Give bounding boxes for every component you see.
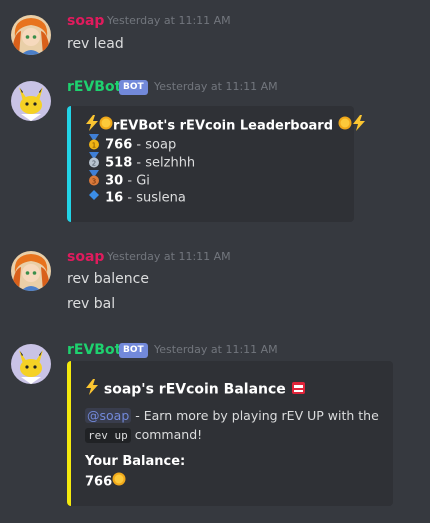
coin-icon xyxy=(112,472,126,492)
timestamp: Yesterday at 11:11 AM xyxy=(107,14,231,27)
revbot-avatar[interactable] xyxy=(11,81,51,121)
blue-diamond-icon xyxy=(87,188,101,208)
embed-title-row: soap's rEVcoin Balance xyxy=(85,379,306,400)
svg-text:1: 1 xyxy=(92,142,96,150)
coin-icon xyxy=(338,116,352,136)
row-value: 766 xyxy=(105,137,133,153)
timestamp: Yesterday at 11:11 AM xyxy=(107,250,231,263)
bot-tag: BOT xyxy=(119,343,148,358)
balance-value: 766 xyxy=(85,474,113,490)
embed-description: @soap - Earn more by playing rEV UP with… xyxy=(85,407,379,425)
coin-icon xyxy=(99,116,113,136)
row-name: - selzhhh xyxy=(136,155,196,171)
embed-title: soap's rEVcoin Balance xyxy=(103,381,286,398)
message-revbot-leaderboard: rEVBot BOT Yesterday at 11:11 AM rEVBot'… xyxy=(0,76,430,226)
message-text: rev lead xyxy=(67,36,124,52)
row-name: - suslena xyxy=(127,190,186,206)
field-name: Your Balance: xyxy=(85,453,185,471)
message-soap-1: soap Yesterday at 11:11 AM rev lead xyxy=(0,10,430,60)
row-value: 518 xyxy=(105,155,133,171)
timestamp: Yesterday at 11:11 AM xyxy=(154,343,278,356)
bank-icon xyxy=(291,380,306,400)
soap-avatar[interactable] xyxy=(11,251,51,291)
leaderboard-row: 16 - suslena xyxy=(87,188,186,208)
balance-label: Your Balance: xyxy=(85,454,186,469)
row-name: - soap xyxy=(136,137,177,153)
row-value: 30 xyxy=(105,173,124,189)
message-text: rev balence xyxy=(67,271,149,287)
svg-text:2: 2 xyxy=(92,160,96,168)
revbot-avatar-image xyxy=(11,81,51,121)
bot-tag: BOT xyxy=(119,80,148,95)
soap-avatar-image xyxy=(11,251,51,291)
description-text: - Earn more by playing rEV UP with the xyxy=(135,408,379,423)
author-name[interactable]: rEVBot xyxy=(67,78,121,96)
row-name: - Gi xyxy=(127,173,150,189)
lightning-icon xyxy=(85,379,99,400)
revbot-avatar-image xyxy=(11,344,51,384)
command-code: rev up xyxy=(85,428,131,443)
user-mention[interactable]: @soap xyxy=(85,408,132,423)
row-value: 16 xyxy=(105,190,124,206)
soap-avatar[interactable] xyxy=(11,15,51,55)
svg-text:3: 3 xyxy=(92,178,96,186)
message-text: rev bal xyxy=(67,296,116,312)
balance-embed: soap's rEVcoin Balance @soap - Earn more… xyxy=(67,361,393,506)
author-name[interactable]: rEVBot xyxy=(67,341,121,359)
embed-title: rEVBot's rEVcoin Leaderboard xyxy=(113,118,334,134)
message-revbot-balance: rEVBot BOT Yesterday at 11:11 AM soap's … xyxy=(0,339,430,514)
message-soap-2: soap Yesterday at 11:11 AM rev balence r… xyxy=(0,246,430,316)
field-value: 766 xyxy=(85,472,126,492)
revbot-avatar[interactable] xyxy=(11,344,51,384)
description-text: command! xyxy=(134,427,203,442)
leaderboard-embed: rEVBot's rEVcoin Leaderboard 1 766 - soa… xyxy=(67,106,365,222)
soap-avatar-image xyxy=(11,15,51,55)
timestamp: Yesterday at 11:11 AM xyxy=(154,80,278,93)
embed-description-line2: rev up command! xyxy=(85,426,202,445)
author-name[interactable]: soap xyxy=(67,248,104,266)
lightning-icon xyxy=(352,115,366,137)
author-name[interactable]: soap xyxy=(67,12,104,30)
